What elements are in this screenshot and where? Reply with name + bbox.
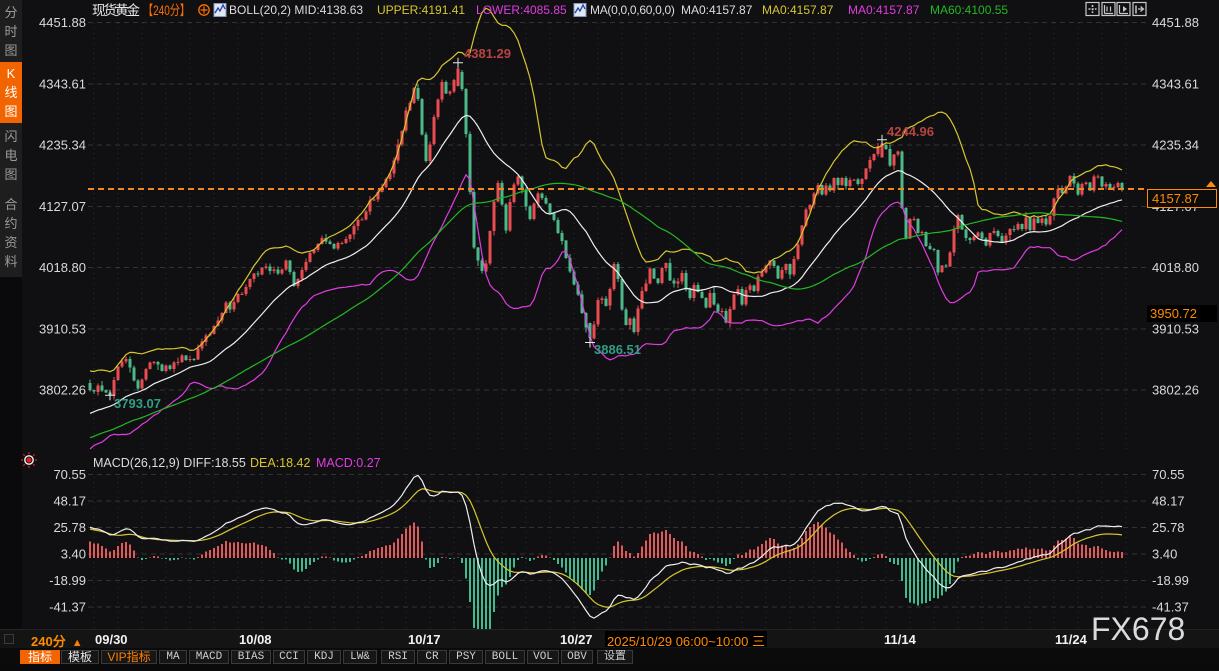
- svg-text:MACD:0.27: MACD:0.27: [316, 456, 381, 470]
- svg-text:3793.07: 3793.07: [114, 396, 161, 411]
- svg-text:【240分】: 【240分】: [143, 3, 190, 18]
- svg-text:25.78: 25.78: [1152, 520, 1185, 535]
- svg-text:4018.80: 4018.80: [1152, 260, 1199, 275]
- svg-text:4343.61: 4343.61: [39, 77, 86, 92]
- svg-text:MACD(26,12,9) DIFF:18.55: MACD(26,12,9) DIFF:18.55: [93, 456, 246, 470]
- svg-text:4018.80: 4018.80: [39, 260, 86, 275]
- svg-text:3910.53: 3910.53: [1152, 321, 1199, 336]
- svg-text:4381.29: 4381.29: [464, 46, 511, 61]
- svg-text:48.17: 48.17: [53, 494, 86, 509]
- svg-text:DEA:18.42: DEA:18.42: [250, 456, 311, 470]
- svg-text:4157.87: 4157.87: [1152, 191, 1199, 206]
- svg-text:3802.26: 3802.26: [1152, 383, 1199, 398]
- svg-text:-18.99: -18.99: [1152, 573, 1189, 588]
- svg-text:-41.37: -41.37: [49, 600, 86, 615]
- svg-text:4451.88: 4451.88: [39, 15, 86, 30]
- svg-text:BOLL(20,2) MID:4138.63: BOLL(20,2) MID:4138.63: [229, 3, 363, 17]
- svg-text:MA0:4157.87: MA0:4157.87: [762, 3, 834, 17]
- svg-text:LOWER:4085.85: LOWER:4085.85: [476, 3, 567, 17]
- svg-text:3.40: 3.40: [1152, 547, 1177, 562]
- svg-text:3910.53: 3910.53: [39, 321, 86, 336]
- svg-text:48.17: 48.17: [1152, 494, 1185, 509]
- svg-text:MA60:4100.55: MA60:4100.55: [930, 3, 1008, 17]
- svg-text:4127.07: 4127.07: [39, 199, 86, 214]
- svg-text:25.78: 25.78: [53, 520, 86, 535]
- svg-text:MA0:4157.87: MA0:4157.87: [848, 3, 920, 17]
- svg-text:4235.34: 4235.34: [39, 138, 86, 153]
- svg-text:4451.88: 4451.88: [1152, 15, 1199, 30]
- svg-text:70.55: 70.55: [1152, 467, 1185, 482]
- svg-text:3802.26: 3802.26: [39, 383, 86, 398]
- svg-text:UPPER:4191.41: UPPER:4191.41: [377, 3, 465, 17]
- svg-text:3886.51: 3886.51: [594, 342, 641, 357]
- svg-text:4244.96: 4244.96: [887, 124, 934, 139]
- svg-text:4343.61: 4343.61: [1152, 77, 1199, 92]
- svg-text:3950.72: 3950.72: [1150, 306, 1197, 321]
- svg-text:MA0:4157.87: MA0:4157.87: [681, 3, 753, 17]
- svg-text:3.40: 3.40: [61, 547, 86, 562]
- svg-text:-18.99: -18.99: [49, 573, 86, 588]
- svg-text:4235.34: 4235.34: [1152, 138, 1199, 153]
- svg-text:MA(0,0,0,60,0,0): MA(0,0,0,60,0,0): [590, 3, 675, 17]
- svg-text:70.55: 70.55: [53, 467, 86, 482]
- svg-text:现货黄金: 现货黄金: [92, 2, 141, 18]
